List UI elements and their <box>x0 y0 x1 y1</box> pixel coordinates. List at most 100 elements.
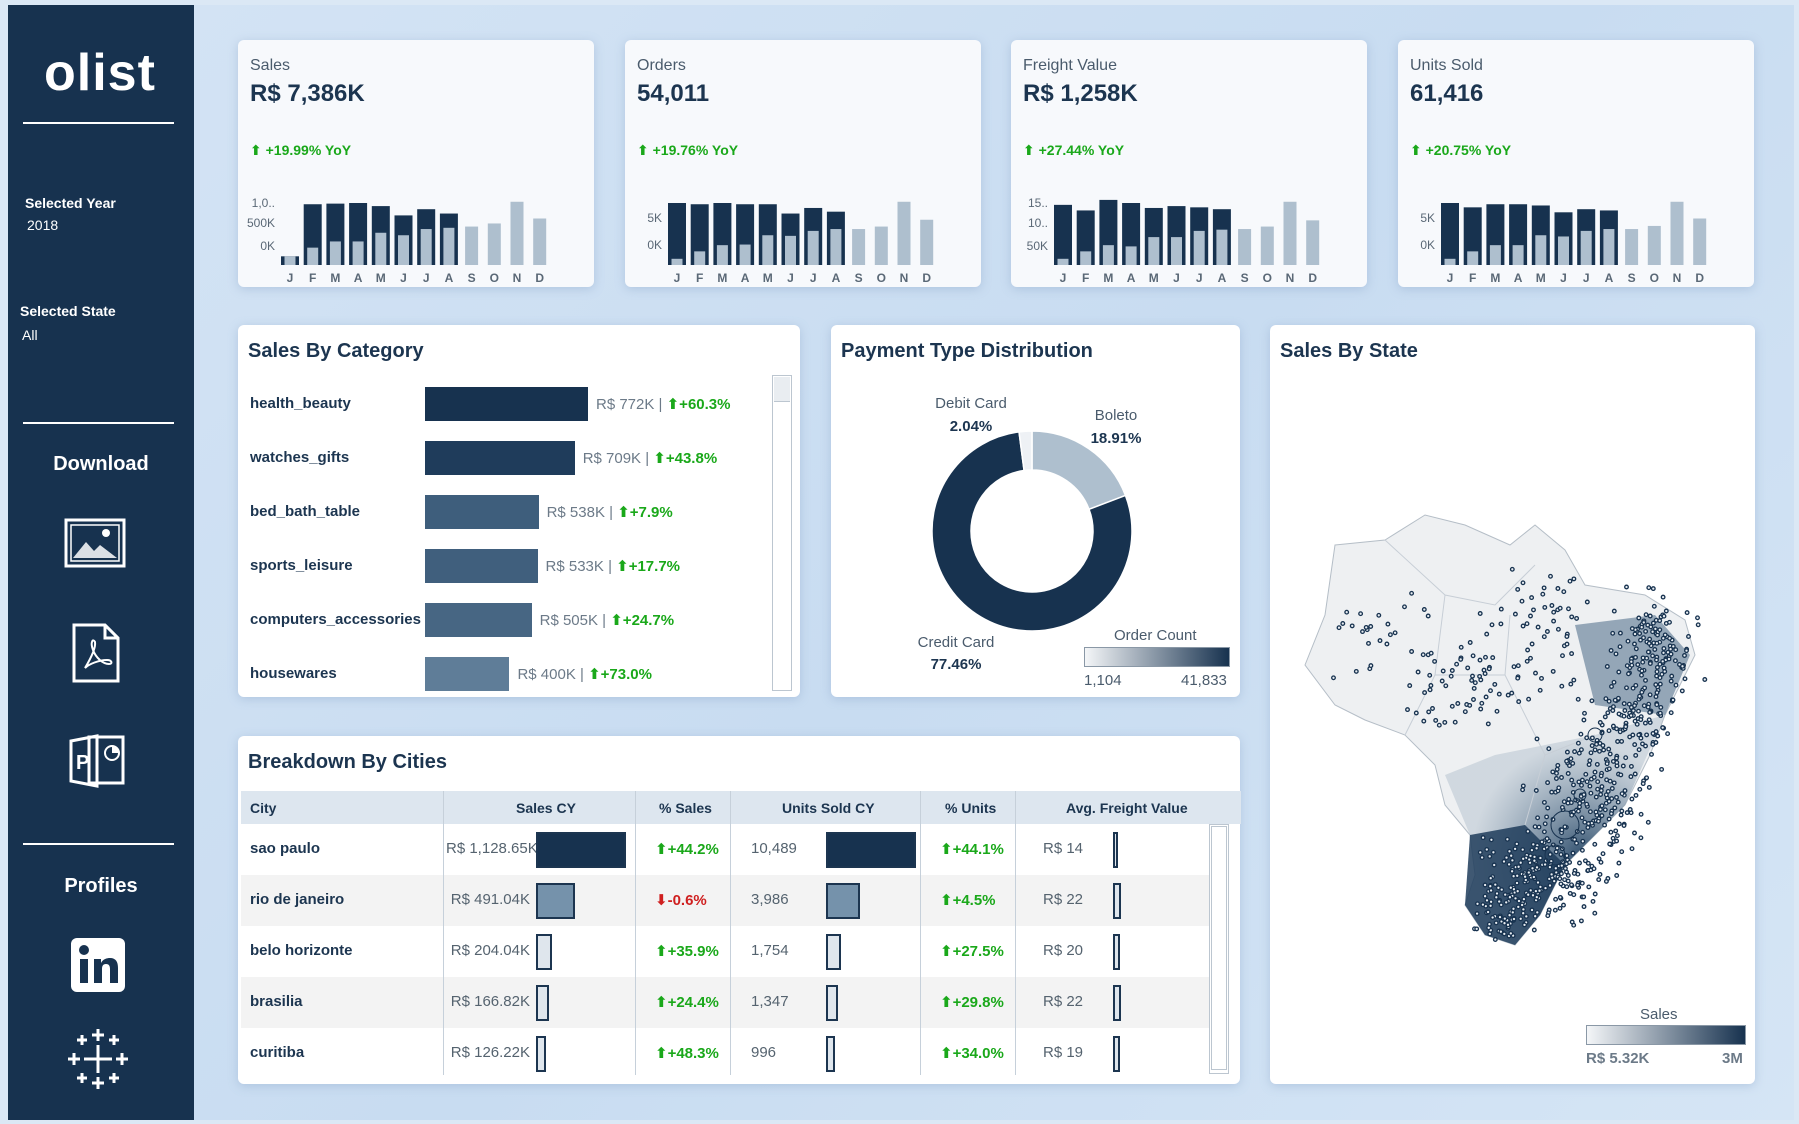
city-dot[interactable] <box>1653 682 1659 688</box>
city-dot[interactable] <box>1493 894 1499 900</box>
city-dot[interactable] <box>1621 823 1627 828</box>
city-dot[interactable] <box>1483 654 1488 660</box>
city-dot[interactable] <box>1458 656 1464 662</box>
city-dot[interactable] <box>1549 871 1555 877</box>
city-dot[interactable] <box>1558 852 1564 857</box>
city-dot[interactable] <box>1462 709 1468 715</box>
city-dot[interactable] <box>1539 839 1545 845</box>
city-dot[interactable] <box>1645 704 1651 710</box>
city-dot[interactable] <box>1642 685 1648 691</box>
city-dot[interactable] <box>1670 697 1676 703</box>
scrollbar[interactable] <box>772 375 792 691</box>
city-dot[interactable] <box>1623 724 1629 730</box>
city-dot[interactable] <box>1590 898 1596 904</box>
city-dot[interactable] <box>1487 883 1493 889</box>
city-dot[interactable] <box>1618 772 1624 778</box>
city-dot[interactable] <box>1582 858 1588 864</box>
city-dot[interactable] <box>1448 673 1454 679</box>
city-dot[interactable] <box>1638 637 1643 643</box>
city-dot[interactable] <box>1525 892 1531 898</box>
city-dot[interactable] <box>1511 873 1517 879</box>
city-dot[interactable] <box>1574 840 1579 846</box>
bar-previous-year[interactable] <box>1238 229 1252 265</box>
bar-previous-year[interactable] <box>1603 229 1615 265</box>
city-dot[interactable] <box>1646 784 1652 790</box>
city-dot[interactable] <box>1654 640 1660 646</box>
city-dot[interactable] <box>1477 611 1483 616</box>
table-row[interactable]: belo horizonte R$ 204.04K ⬆+35.9% 1,754 ⬆+27… <box>241 926 1209 977</box>
freight-bar[interactable] <box>1113 832 1119 868</box>
city-dot[interactable] <box>1487 853 1493 859</box>
city-dot[interactable] <box>1520 623 1526 629</box>
city-dot[interactable] <box>1409 649 1415 654</box>
city-dot[interactable] <box>1562 866 1568 871</box>
bar-previous-year[interactable] <box>398 235 409 265</box>
city-dot[interactable] <box>1564 884 1570 890</box>
city-dot[interactable] <box>1509 566 1515 572</box>
city-dot[interactable] <box>1641 703 1647 709</box>
city-dot[interactable] <box>1488 903 1494 909</box>
bar-previous-year[interactable] <box>1283 201 1297 265</box>
bar-previous-year[interactable] <box>465 226 479 265</box>
city-dot[interactable] <box>1421 607 1427 612</box>
city-dot[interactable] <box>1633 792 1639 798</box>
city-dot[interactable] <box>1650 741 1656 747</box>
city-dot[interactable] <box>1474 926 1480 932</box>
bar-previous-year[interactable] <box>1444 258 1456 265</box>
city-dot[interactable] <box>1612 805 1618 811</box>
city-dot[interactable] <box>1488 899 1494 905</box>
city-dot[interactable] <box>1632 631 1638 637</box>
city-dot[interactable] <box>1514 841 1520 847</box>
city-dot[interactable] <box>1428 683 1434 688</box>
city-dot[interactable] <box>1544 814 1550 820</box>
city-dot[interactable] <box>1565 873 1571 878</box>
city-dot[interactable] <box>1580 829 1586 835</box>
bar-previous-year[interactable] <box>762 235 774 265</box>
city-dot[interactable] <box>1428 650 1434 656</box>
city-dot[interactable] <box>1650 731 1656 736</box>
city-dot[interactable] <box>1594 761 1600 767</box>
city-dot[interactable] <box>1682 676 1688 682</box>
city-dot[interactable] <box>1623 755 1629 761</box>
city-dot[interactable] <box>1588 790 1594 796</box>
bar-previous-year[interactable] <box>1693 218 1707 266</box>
city-dot[interactable] <box>1546 746 1552 752</box>
city-dot[interactable] <box>1479 855 1485 860</box>
city-dot[interactable] <box>1487 931 1493 937</box>
bar-previous-year[interactable] <box>1647 225 1661 265</box>
city-dot[interactable] <box>1436 722 1442 728</box>
city-dot[interactable] <box>1491 862 1497 868</box>
city-dot[interactable] <box>1643 612 1649 618</box>
city-dot[interactable] <box>1660 594 1666 600</box>
city-dot[interactable] <box>1633 646 1639 652</box>
city-dot[interactable] <box>1641 619 1647 625</box>
city-dot[interactable] <box>1594 741 1599 747</box>
city-dot[interactable] <box>1530 841 1536 847</box>
city-dot[interactable] <box>1632 742 1638 748</box>
city-dot[interactable] <box>1598 788 1604 793</box>
city-dot[interactable] <box>1484 897 1490 903</box>
city-dot[interactable] <box>1654 669 1660 675</box>
category-bar[interactable] <box>425 441 575 475</box>
city-dot[interactable] <box>1603 696 1609 702</box>
city-dot[interactable] <box>1611 608 1617 614</box>
city-dot[interactable] <box>1497 914 1503 920</box>
city-dot[interactable] <box>1583 771 1589 777</box>
city-dot[interactable] <box>1591 866 1597 872</box>
city-dot[interactable] <box>1607 841 1613 847</box>
city-dot[interactable] <box>1625 638 1631 644</box>
bar-previous-year[interactable] <box>807 230 819 265</box>
city-dot[interactable] <box>1443 683 1449 689</box>
city-dot[interactable] <box>1667 619 1672 625</box>
city-dot[interactable] <box>1622 708 1628 713</box>
city-dot[interactable] <box>1568 756 1574 762</box>
city-dot[interactable] <box>1582 710 1587 716</box>
city-dot[interactable] <box>1615 799 1621 805</box>
city-dot[interactable] <box>1512 846 1518 852</box>
city-dot[interactable] <box>1498 621 1504 627</box>
city-dot[interactable] <box>1454 661 1460 667</box>
scrollbar[interactable] <box>1209 824 1229 1074</box>
city-dot[interactable] <box>1596 877 1602 883</box>
city-dot[interactable] <box>1601 747 1607 753</box>
kpi-card-freight[interactable]: Freight Value R$ 1,258K ⬆ +27.44% YoY 15… <box>1011 40 1367 287</box>
